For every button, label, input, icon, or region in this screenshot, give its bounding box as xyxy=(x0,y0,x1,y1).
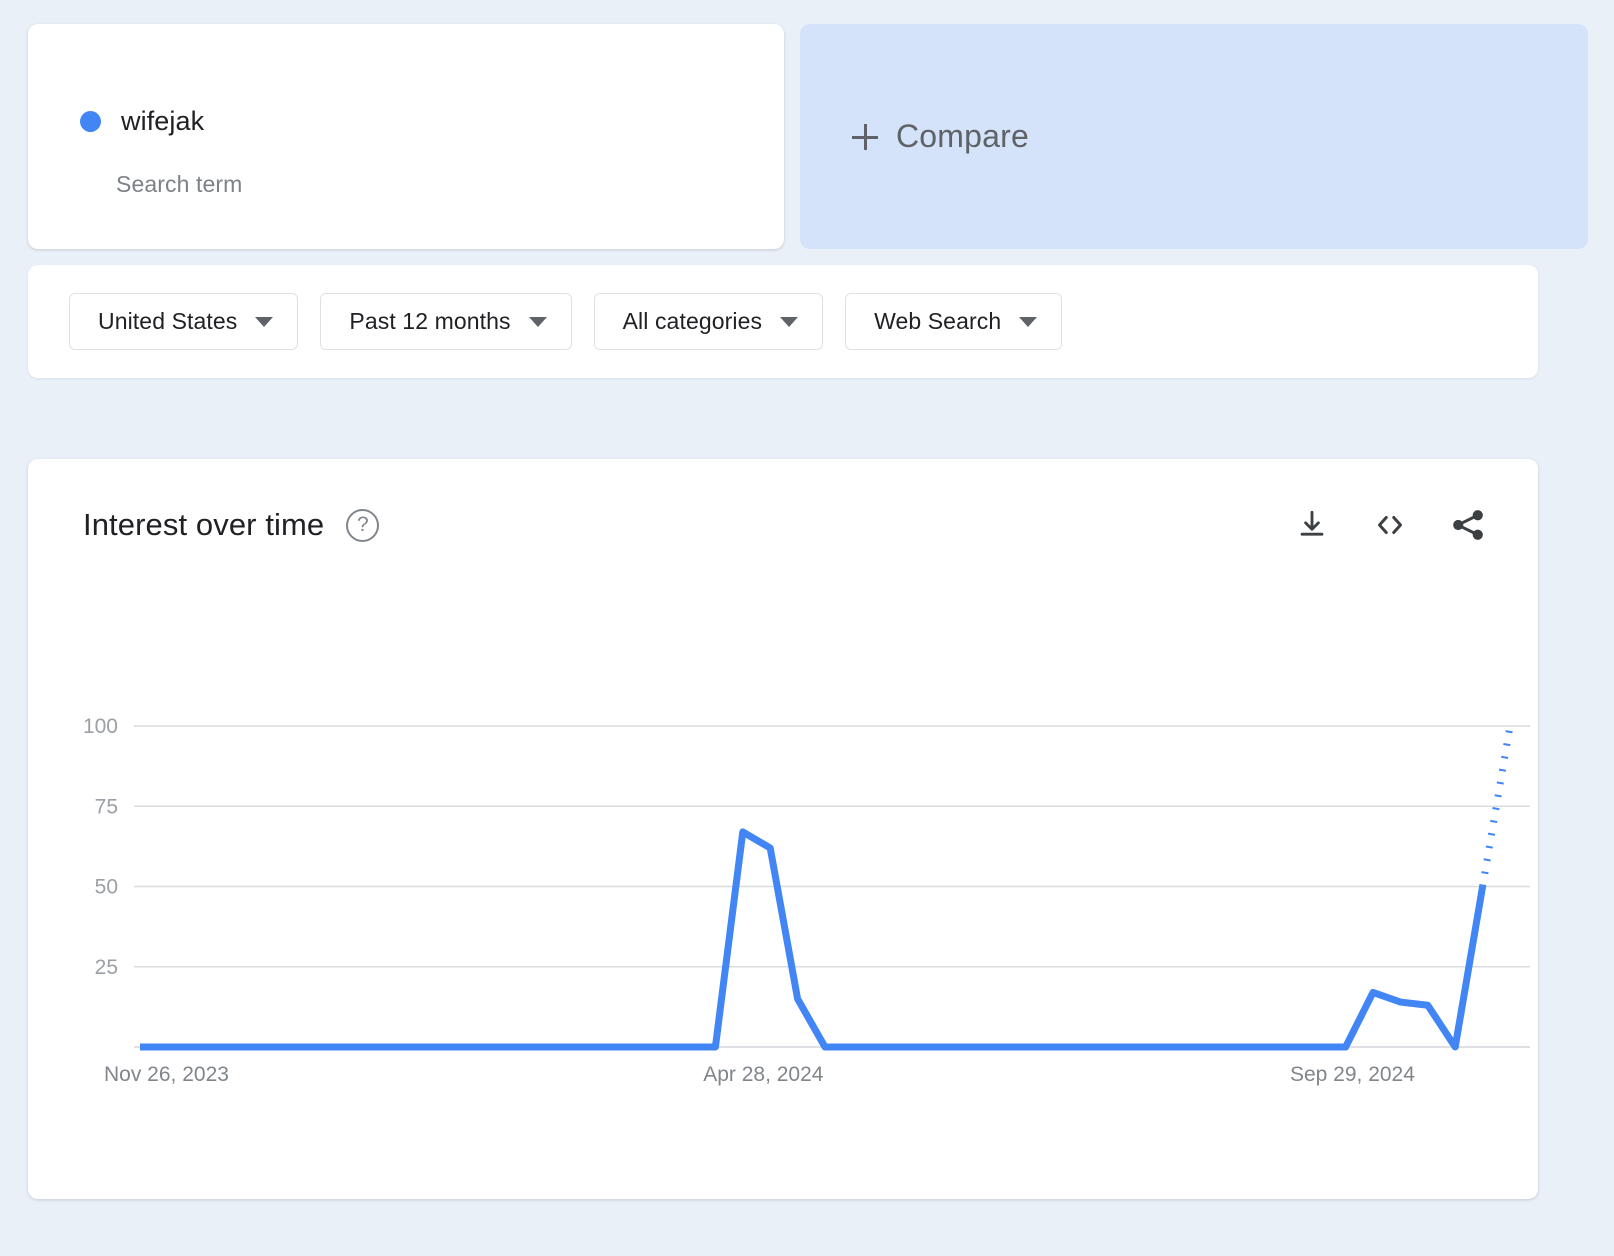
location-filter-label: United States xyxy=(98,308,238,334)
category-filter-label: All categories xyxy=(622,308,763,334)
compare-label: Compare xyxy=(896,118,1030,154)
google-trends-page: wifejak Search term Compare United State… xyxy=(0,0,1614,1256)
chevron-down-icon xyxy=(528,316,547,327)
chevron-down-icon xyxy=(1019,316,1038,327)
svg-text:Apr 28, 2024: Apr 28, 2024 xyxy=(703,1063,824,1086)
interest-over-time-card: Interest over time ? 25 50 75 100 Nov 26… xyxy=(28,459,1538,1199)
search-term-row: wifejak xyxy=(80,106,204,137)
category-filter[interactable]: All categories xyxy=(593,293,824,350)
series-color-dot-icon xyxy=(80,111,101,132)
chevron-down-icon xyxy=(255,316,274,327)
chevron-down-icon xyxy=(780,316,799,327)
svg-text:25: 25 xyxy=(95,956,118,979)
time-range-filter-label: Past 12 months xyxy=(349,308,511,334)
filter-bar: United States Past 12 months All categor… xyxy=(28,265,1538,378)
search-term-label: wifejak xyxy=(121,106,205,136)
search-type-filter[interactable]: Web Search xyxy=(845,293,1063,350)
svg-text:100: 100 xyxy=(83,715,118,738)
svg-text:50: 50 xyxy=(95,876,118,899)
search-type-filter-label: Web Search xyxy=(874,308,1002,334)
svg-text:Sep 29, 2024: Sep 29, 2024 xyxy=(1290,1063,1415,1086)
svg-text:Nov 26, 2023: Nov 26, 2023 xyxy=(104,1063,229,1086)
search-term-card[interactable]: wifejak Search term xyxy=(28,24,784,249)
svg-text:75: 75 xyxy=(95,795,118,818)
interest-over-time-chart: 25 50 75 100 Nov 26, 2023 Apr 28, 2024 Sep 29,… xyxy=(83,715,1530,1086)
chart-plot-area[interactable]: 25 50 75 100 Nov 26, 2023 Apr 28, 2024 Sep 29,… xyxy=(28,459,1538,1199)
plus-icon xyxy=(844,117,884,157)
search-term-type-label: Search term xyxy=(116,171,243,197)
time-range-filter[interactable]: Past 12 months xyxy=(320,293,572,350)
compare-button[interactable]: Compare xyxy=(800,24,1588,249)
location-filter[interactable]: United States xyxy=(69,293,299,350)
